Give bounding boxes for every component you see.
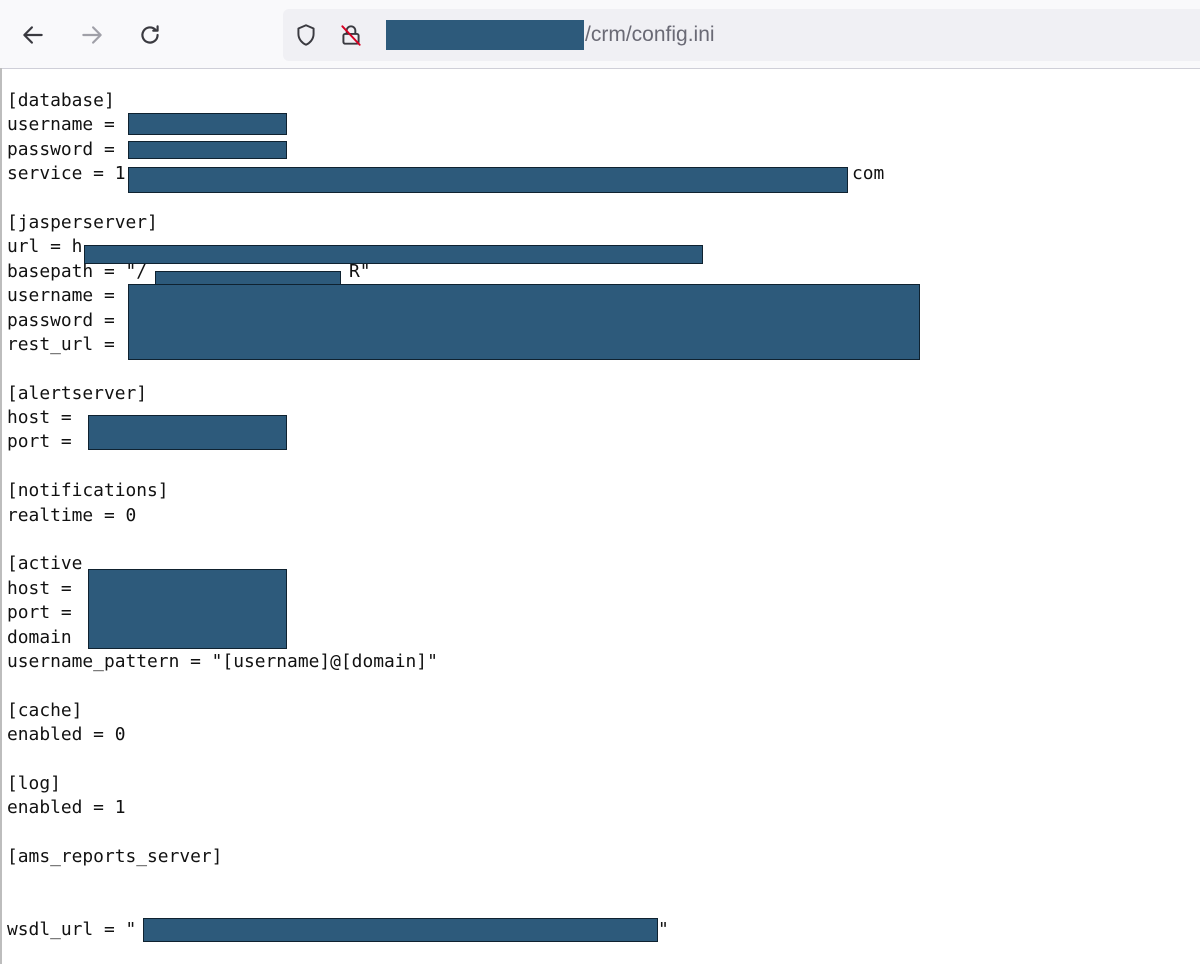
redaction-jasper-credentials (128, 284, 920, 360)
reload-button[interactable] (132, 17, 168, 53)
config-line-text: port = (7, 602, 72, 624)
url-redaction (386, 20, 584, 50)
window-edge (0, 68, 2, 964)
address-bar[interactable]: /crm/config.ini (283, 9, 1200, 61)
config-line: enabled = 0 (7, 723, 1187, 747)
forward-arrow-icon (82, 26, 102, 44)
config-line-text: port = (7, 431, 72, 453)
url-text[interactable]: /crm/config.ini (386, 20, 715, 50)
config-file-content: [database] username = password = service = … (7, 89, 1187, 943)
config-line-suffix: com (852, 163, 885, 185)
reload-icon (141, 25, 159, 44)
config-section-header: [cache] (7, 699, 1187, 723)
config-line-text: service = 1 (7, 163, 126, 185)
config-line-text: domain (7, 626, 72, 648)
config-line-text: url = h (7, 236, 83, 258)
back-arrow-icon (23, 26, 43, 44)
config-line-text: username = (7, 114, 115, 136)
config-line-text: [active (7, 553, 83, 575)
config-line-suffix: " (658, 919, 669, 941)
config-section-header: [alertserver] (7, 382, 1187, 406)
redaction-jasper-url (84, 245, 703, 264)
redaction-db-username (128, 113, 287, 135)
forward-button[interactable] (74, 17, 110, 53)
config-line-text: enabled = 0 (7, 724, 126, 746)
config-line-text: [log] (7, 772, 61, 794)
config-line: enabled = 1 (7, 796, 1187, 820)
config-line-text: [alertserver] (7, 382, 148, 404)
redaction-wsdl-url (143, 918, 658, 942)
redaction-db-password (128, 141, 287, 159)
config-line-text: [ams_reports_server] (7, 846, 223, 868)
config-line-text: username_pattern = "[username]@[domain]" (7, 650, 438, 672)
redaction-alertserver (88, 415, 287, 450)
config-line-text: host = (7, 577, 72, 599)
url-path: /crm/config.ini (585, 23, 715, 46)
config-line-text: enabled = 1 (7, 797, 126, 819)
redaction-active-directory (88, 569, 287, 649)
config-section-header: [notifications] (7, 479, 1187, 503)
config-line-text: [notifications] (7, 480, 169, 502)
config-line-text: [database] (7, 90, 115, 111)
redaction-jasper-basepath (155, 271, 341, 285)
insecure-lock-icon (341, 25, 361, 46)
config-line-text: realtime = 0 (7, 504, 137, 526)
config-line-text: [cache] (7, 699, 83, 721)
back-button[interactable] (15, 17, 51, 53)
config-line: username_pattern = "[username]@[domain]" (7, 650, 1187, 674)
config-line-text: password = (7, 309, 115, 331)
config-line: realtime = 0 (7, 504, 1187, 528)
config-line-text: rest_url = (7, 333, 115, 355)
config-section-header: [database] (7, 89, 1187, 113)
config-section-header: [ams_reports_server] (7, 845, 1187, 869)
browser-toolbar: /crm/config.ini (0, 0, 1200, 69)
config-line-text: host = (7, 407, 72, 429)
config-line-text: username = (7, 285, 115, 307)
shield-icon (297, 24, 315, 46)
site-security-button[interactable] (337, 21, 365, 49)
tracking-protection-button[interactable] (292, 21, 320, 49)
config-section-header: [log] (7, 772, 1187, 796)
config-line-text: [jasperserver] (7, 211, 158, 233)
redaction-db-service (128, 167, 848, 193)
config-section-header: [jasperserver] (7, 211, 1187, 235)
config-line-text: wsdl_url = " (7, 919, 137, 941)
config-line-text: password = (7, 138, 115, 160)
